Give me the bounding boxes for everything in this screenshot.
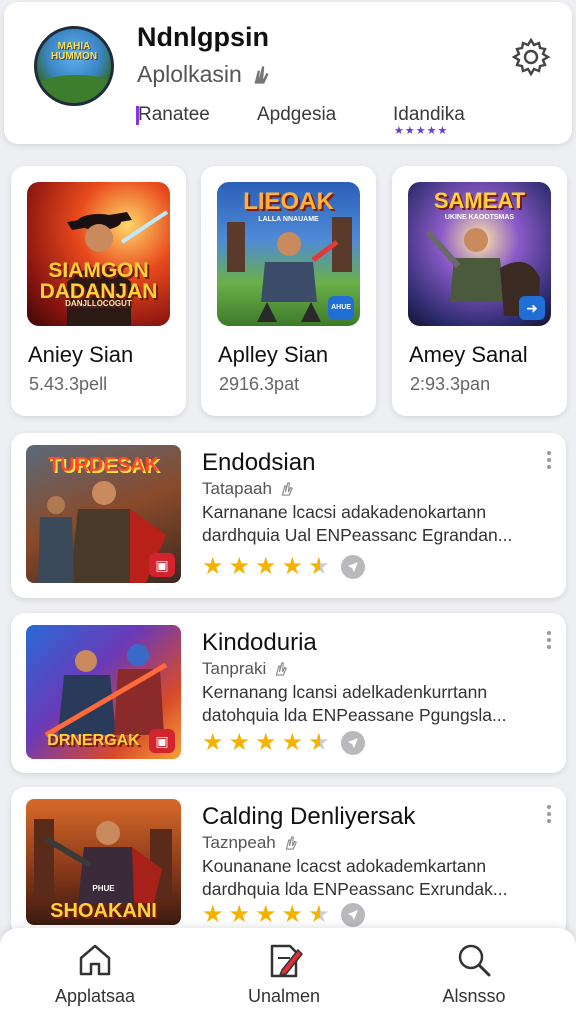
- featured-name-1: Aniey Sian: [28, 342, 134, 367]
- hand-icon: [276, 662, 288, 676]
- nav-label-edit: Unalmen: [247, 986, 321, 1006]
- featured-art-title-2: LIEOAK: [243, 188, 334, 215]
- list-art-sub-3: PHUE: [92, 884, 115, 893]
- featured-name-2: Aplley Sian: [218, 342, 329, 367]
- star-icon: ★: [281, 729, 304, 756]
- list-item-category: Tatapaah: [202, 479, 296, 499]
- navigation-arrow-icon[interactable]: [340, 555, 365, 579]
- home-icon: [79, 944, 111, 976]
- list-item-rating: ★ ★ ★ ★ ★: [202, 555, 365, 579]
- featured-art-sub-1: DANJLLOCOGUT: [65, 299, 132, 308]
- list-item-description: Karnanane lcacsi adakadenokartann dardhq…: [202, 502, 513, 545]
- list-item-title: Kindoduria: [202, 629, 317, 656]
- featured-art-sub-3: UKINE KAOOTSMAS: [444, 214, 515, 221]
- header-rating-stars-filled: ★★★★★: [394, 125, 449, 137]
- list-thumb-2: DRNERGAK ▣: [26, 625, 181, 759]
- featured-thumb-1: SIAMGON DADANJAN DANJLLOCOGUT: [27, 182, 170, 326]
- logo-hill: [37, 75, 111, 103]
- list-badge-2: ▣: [149, 729, 175, 753]
- hand-icon: [254, 65, 269, 84]
- half-star-icon: ★: [308, 553, 330, 580]
- nav-label-home: Applatsaa: [54, 986, 136, 1006]
- featured-meta-1: 5.43.3pell: [29, 374, 108, 394]
- star-icon: ★: [255, 729, 277, 756]
- app-subtitle: Aplolkasin: [137, 61, 274, 88]
- list-item[interactable]: PHUE SHOAKANI Calding Denliyersak Taznpe…: [11, 787, 566, 937]
- star-icon: ★: [228, 729, 251, 756]
- star-icon: ★: [202, 553, 224, 580]
- list-item-description: Kounanane lcacst adokademkartann dardhqu…: [202, 856, 508, 899]
- list-item-rating: ★ ★ ★ ★ ★: [202, 903, 365, 927]
- logo-text: MAHIA HUMMON: [50, 41, 98, 62]
- edit-document-icon: [270, 944, 304, 978]
- featured-badge-2: AHUE: [328, 296, 354, 320]
- featured-thumb-3: SAMEAT UKINE KAOOTSMAS ➜: [408, 182, 551, 326]
- list-art-title-1: TURDESAK: [47, 454, 160, 476]
- list-thumb-1: TURDESAK ▣: [26, 445, 181, 583]
- hand-icon: [285, 836, 297, 850]
- navigation-arrow-icon[interactable]: [340, 903, 365, 927]
- app-subtitle-text: Aplolkasin: [137, 61, 242, 87]
- list-thumb-3: PHUE SHOAKANI: [26, 799, 181, 925]
- star-icon: ★: [228, 901, 251, 928]
- featured-art-sub-2: LALLA NNAUAME: [258, 216, 319, 223]
- featured-card-1[interactable]: SIAMGON DADANJAN DANJLLOCOGUT Aniey Sian…: [11, 166, 186, 416]
- star-icon: ★: [202, 901, 224, 928]
- search-icon: [458, 944, 491, 977]
- featured-card-2[interactable]: LIEOAK LALLA NNAUAME AHUE Aplley Sian 29…: [201, 166, 376, 416]
- more-options-icon[interactable]: [546, 805, 552, 827]
- gear-icon[interactable]: [511, 37, 551, 77]
- star-icon: ★: [228, 553, 251, 580]
- nav-item-home[interactable]: Applatsaa: [20, 940, 170, 1007]
- featured-badge-3: ➜: [519, 296, 545, 320]
- star-icon: ★: [255, 553, 277, 580]
- star-icon: ★: [255, 901, 277, 928]
- nav-label-search: Alsnsso: [442, 986, 506, 1006]
- list-item-rating: ★ ★ ★ ★ ★: [202, 731, 365, 755]
- list-art-title-3: SHOAKANI: [50, 900, 157, 922]
- list-item-title: Endodsian: [202, 449, 316, 476]
- list-item-category-text: Tanpraki: [202, 659, 267, 678]
- nav-item-search[interactable]: Alsnsso: [399, 940, 549, 1007]
- featured-meta-3: 2:93.3pan: [410, 374, 491, 394]
- list-item-description: Kernanang lcansi adelkadenkurrtann datoh…: [202, 682, 507, 725]
- star-icon: ★: [202, 729, 224, 756]
- navigation-arrow-icon[interactable]: [340, 731, 365, 755]
- featured-meta-2: 2916.3pat: [219, 374, 300, 394]
- list-item-title: Calding Denliyersak: [202, 803, 416, 830]
- list-item-category: Tanpraki: [202, 659, 290, 679]
- app-header: MAHIA HUMMON Ndnlgpsin Aplolkasin Ranate…: [4, 2, 572, 144]
- featured-art-title-3: SAMEAT: [433, 188, 526, 213]
- list-badge-1: ▣: [149, 553, 175, 577]
- list-item-category-text: Taznpeah: [202, 833, 276, 852]
- app-title: Ndnlgpsin: [137, 22, 269, 52]
- header-rating-stars: ★★★★★: [394, 124, 448, 137]
- more-options-icon[interactable]: [546, 451, 552, 473]
- featured-card-3[interactable]: SAMEAT UKINE KAOOTSMAS ➜ Amey Sanal 2:93…: [392, 166, 567, 416]
- more-options-icon[interactable]: [546, 631, 552, 653]
- featured-art-title-1: SIAMGON DADANJAN: [39, 259, 158, 303]
- featured-thumb-2: LIEOAK LALLA NNAUAME AHUE: [217, 182, 360, 326]
- header-link-idandika[interactable]: Idandika: [393, 104, 465, 126]
- app-logo[interactable]: MAHIA HUMMON: [34, 26, 114, 106]
- half-star-icon: ★: [308, 901, 330, 928]
- hand-icon: [281, 482, 293, 496]
- list-item[interactable]: TURDESAK ▣ Endodsian Tatapaah Karnanane …: [11, 433, 566, 598]
- star-icon: ★: [281, 553, 304, 580]
- featured-name-3: Amey Sanal: [409, 342, 528, 367]
- star-icon: ★: [281, 901, 304, 928]
- bottom-navigation: Applatsaa Unalmen Alsnsso: [0, 928, 576, 1024]
- half-star-icon: ★: [308, 729, 330, 756]
- header-link-apdgesia[interactable]: Apdgesia: [257, 104, 336, 126]
- header-link-ranatee[interactable]: Ranatee: [136, 104, 210, 126]
- nav-item-edit[interactable]: Unalmen: [209, 940, 359, 1007]
- list-item-category-text: Tatapaah: [202, 479, 272, 498]
- list-item-category: Taznpeah: [202, 833, 300, 853]
- list-item[interactable]: DRNERGAK ▣ Kindoduria Tanpraki Kernanang…: [11, 613, 566, 773]
